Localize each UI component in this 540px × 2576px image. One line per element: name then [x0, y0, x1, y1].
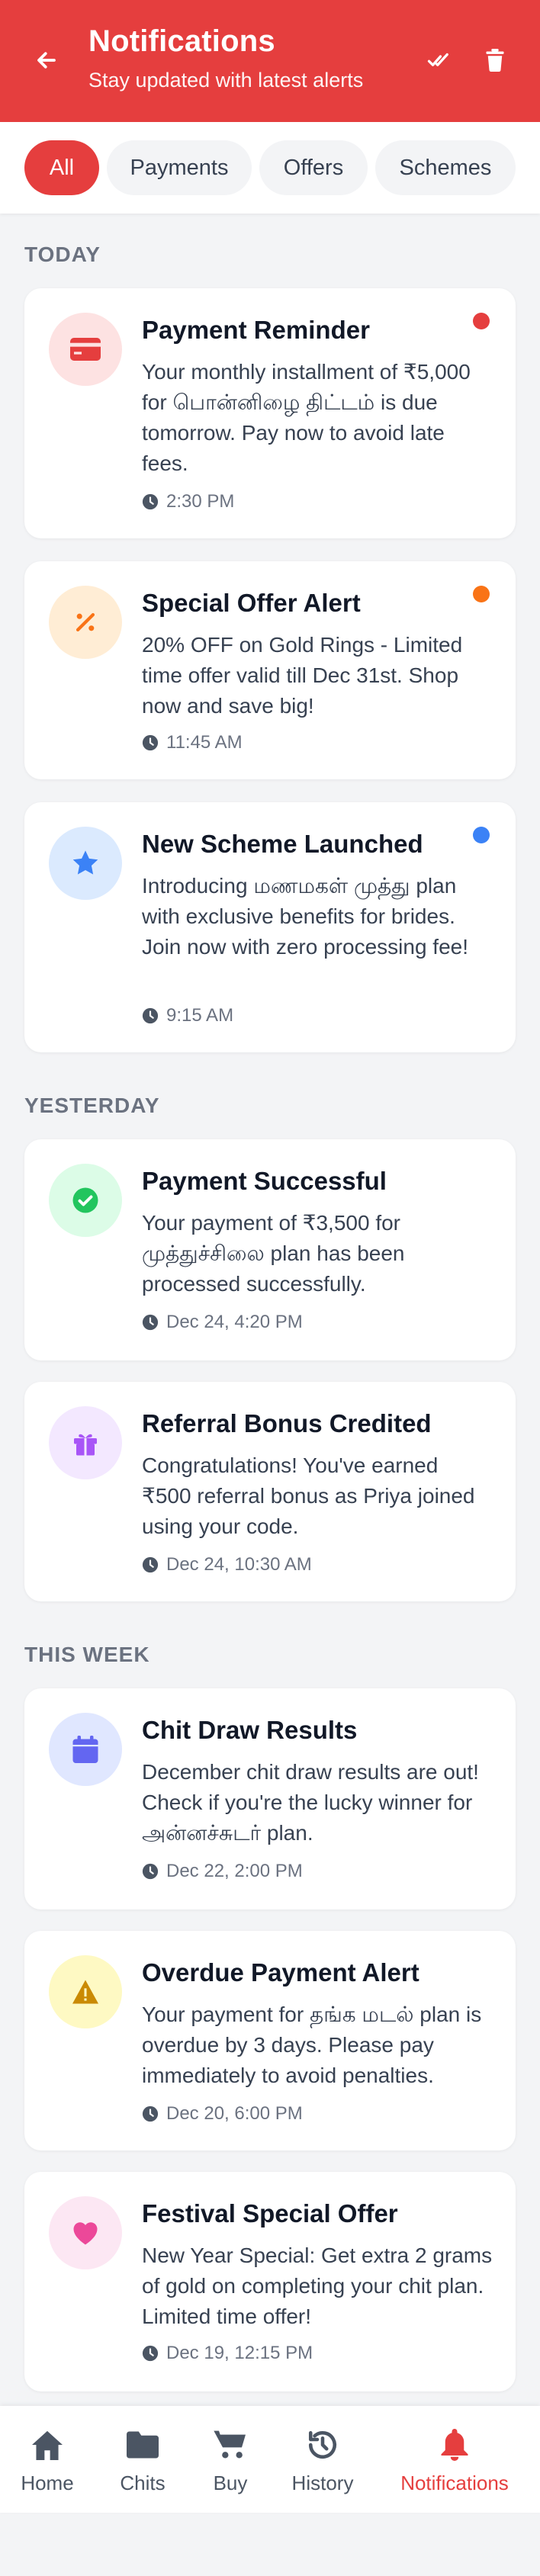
filter-chip-schemes[interactable]: Schemes — [375, 140, 516, 195]
notification-message: 20% OFF on Gold Rings - Limited time off… — [142, 633, 463, 718]
notification-title: Overdue Payment Alert — [142, 1958, 419, 1987]
clock-icon — [142, 1863, 159, 1880]
notification-card[interactable]: Special Offer Alert 20% OFF on Gold Ring… — [24, 561, 516, 779]
folder-icon — [125, 2427, 160, 2462]
gift-icon — [74, 1434, 97, 1456]
notification-card[interactable]: Payment Successful Your payment of ₹3,50… — [24, 1139, 516, 1360]
notification-card[interactable]: Chit Draw Results December chit draw res… — [24, 1688, 516, 1910]
clock-icon — [142, 1314, 159, 1331]
bottom-nav: Home Chits Buy History Notifications — [0, 2406, 540, 2513]
notification-icon-wrap — [49, 827, 122, 900]
notification-message: Your monthly installment of ₹5,000 for ப… — [142, 360, 471, 475]
notification-icon-wrap — [49, 313, 122, 386]
notification-icon-wrap — [49, 586, 122, 659]
calendar-icon — [72, 1736, 98, 1763]
notification-card[interactable]: New Scheme Launched Introducing மணமகள் ம… — [24, 802, 516, 1052]
nav-label: Home — [21, 2472, 74, 2494]
nav-item-notifications[interactable]: Notifications — [400, 2427, 509, 2495]
section-label-yesterday: YESTERDAY — [24, 1094, 160, 1117]
clock-icon — [142, 1556, 159, 1573]
mark-all-read-button[interactable] — [423, 44, 455, 76]
nav-item-buy[interactable]: Buy — [177, 2427, 284, 2495]
notification-time: Dec 19, 12:15 PM — [142, 2343, 313, 2364]
notification-title: Special Offer Alert — [142, 589, 361, 617]
notification-message: Introducing மணமகள் முத்து plan with excl… — [142, 874, 468, 959]
notification-time: Dec 24, 4:20 PM — [142, 1312, 303, 1333]
nav-label: Notifications — [400, 2472, 509, 2494]
unread-dot — [473, 827, 490, 843]
bell-icon — [437, 2427, 472, 2462]
clock-icon — [142, 493, 159, 510]
notification-time-text: Dec 19, 12:15 PM — [166, 2343, 313, 2363]
back-button[interactable] — [31, 44, 63, 76]
double-check-icon — [427, 53, 448, 66]
notification-message: New Year Special: Get extra 2 grams of g… — [142, 2244, 493, 2328]
notification-message: Your payment of ₹3,500 for முத்துச்சிலை … — [142, 1211, 405, 1296]
notification-time-text: Dec 24, 10:30 AM — [166, 1554, 312, 1575]
unread-dot — [473, 586, 490, 602]
notification-icon-wrap — [49, 1406, 122, 1479]
notification-card[interactable]: Overdue Payment Alert Your payment for த… — [24, 1931, 516, 2150]
heart-icon — [73, 2222, 98, 2245]
star-icon — [72, 850, 98, 875]
notification-time-text: Dec 24, 4:20 PM — [166, 1312, 303, 1332]
notification-time-text: 2:30 PM — [166, 491, 235, 512]
notification-time-text: Dec 22, 2:00 PM — [166, 1861, 303, 1881]
app-header: Notifications Stay updated with latest a… — [0, 0, 540, 122]
notification-title: Payment Successful — [142, 1167, 387, 1195]
notification-card[interactable]: Referral Bonus Credited Congratulations!… — [24, 1382, 516, 1601]
filter-chip-payments[interactable]: Payments — [107, 140, 252, 195]
filter-chip-all[interactable]: All — [24, 140, 99, 195]
percent-icon — [76, 612, 95, 632]
notification-time: 2:30 PM — [142, 491, 234, 512]
notification-icon-wrap — [49, 1955, 122, 2028]
arrow-left-icon — [37, 52, 56, 69]
credit-card-icon — [70, 338, 101, 361]
notification-title: Referral Bonus Credited — [142, 1409, 432, 1437]
nav-item-history[interactable]: History — [269, 2427, 376, 2495]
clock-icon — [142, 1007, 159, 1024]
notification-title: New Scheme Launched — [142, 830, 423, 858]
notification-time-text: 11:45 AM — [166, 732, 243, 753]
trash-icon — [486, 49, 504, 72]
notification-message: December chit draw results are out! Chec… — [142, 1760, 479, 1845]
notification-icon-wrap — [49, 1713, 122, 1786]
notification-card[interactable]: Payment Reminder Your monthly installmen… — [24, 288, 516, 538]
notification-time-text: Dec 20, 6:00 PM — [166, 2103, 303, 2124]
notification-time: Dec 20, 6:00 PM — [142, 2103, 303, 2125]
home-icon — [30, 2427, 65, 2462]
nav-label: History — [291, 2472, 354, 2494]
nav-label: Chits — [120, 2472, 166, 2494]
section-label-today: TODAY — [24, 243, 101, 266]
check-circle-icon — [72, 1187, 98, 1213]
nav-label: Buy — [213, 2472, 248, 2494]
notification-message: Your payment for தங்க மடல் plan is overd… — [142, 2003, 482, 2087]
filter-chip-offers[interactable]: Offers — [259, 140, 368, 195]
page-subtitle: Stay updated with latest alerts — [88, 69, 364, 92]
notification-time: Dec 24, 10:30 AM — [142, 1554, 312, 1575]
notification-time: 11:45 AM — [142, 732, 243, 753]
clock-icon — [142, 2345, 159, 2362]
filter-bar: All Payments Offers Schemes — [0, 122, 540, 214]
notification-icon-wrap — [49, 2196, 122, 2269]
clock-icon — [142, 734, 159, 751]
notification-time: 9:15 AM — [142, 1005, 233, 1026]
section-label-this-week: THIS WEEK — [24, 1643, 150, 1666]
history-icon — [305, 2427, 340, 2462]
notification-title: Payment Reminder — [142, 316, 370, 344]
notification-title: Chit Draw Results — [142, 1716, 358, 1744]
notification-time-text: 9:15 AM — [166, 1005, 234, 1026]
cart-icon — [213, 2427, 248, 2462]
nav-item-home[interactable]: Home — [0, 2427, 101, 2495]
warning-icon — [72, 1980, 98, 2004]
notification-message: Congratulations! You've earned ₹500 refe… — [142, 1453, 475, 1538]
notification-title: Festival Special Offer — [142, 2199, 398, 2228]
notification-time: Dec 22, 2:00 PM — [142, 1861, 303, 1882]
delete-all-button[interactable] — [479, 44, 511, 76]
notification-card[interactable]: Festival Special Offer New Year Special:… — [24, 2172, 516, 2391]
unread-dot — [473, 313, 490, 329]
page-title: Notifications — [88, 24, 275, 58]
clock-icon — [142, 2105, 159, 2122]
notification-icon-wrap — [49, 1164, 122, 1237]
